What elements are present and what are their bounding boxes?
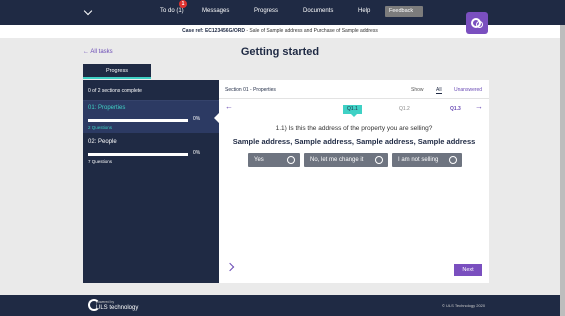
divider <box>219 98 489 99</box>
section-title: 02: People <box>88 139 117 145</box>
radio-icon <box>375 156 383 164</box>
section-title: 01: Properties <box>88 105 126 111</box>
copyright-text: © ULS Technology 2020 <box>442 303 486 308</box>
show-label: Show <box>411 87 424 93</box>
section-header: Section 01 - Properties <box>225 87 276 93</box>
nav-documents[interactable]: Documents <box>303 8 333 14</box>
tab-progress[interactable]: Progress <box>83 64 151 79</box>
property-address: Sample address, Sample address, Sample a… <box>232 137 476 146</box>
todo-badge: 1 <box>179 0 187 8</box>
section-percent: 0% <box>193 150 201 156</box>
feedback-button[interactable]: Feedback <box>385 6 423 17</box>
scrollbar-top <box>560 0 565 25</box>
app-logo-icon[interactable] <box>466 12 488 34</box>
section-progress-bar <box>88 153 188 156</box>
next-question-arrow-icon[interactable]: → <box>475 102 483 111</box>
option-label: Yes <box>254 157 264 163</box>
chevron-down-icon[interactable] <box>83 6 93 16</box>
question-tab-q1-1[interactable]: Q1.1 <box>343 105 362 117</box>
filter-all-tab[interactable]: All <box>436 87 442 94</box>
question-card: Section 01 - Properties Show All Unanswe… <box>219 80 489 283</box>
section-item-properties[interactable]: 01: Properties 0% 2 Questions <box>83 101 219 133</box>
brand-name: ULS technology <box>96 305 139 311</box>
filter-unanswered-tab[interactable]: Unanswered <box>454 87 482 93</box>
nav-help[interactable]: Help <box>358 8 370 14</box>
option-yes-button[interactable]: Yes <box>248 153 300 167</box>
scrollbar[interactable] <box>560 0 565 316</box>
nav-messages[interactable]: Messages <box>202 8 229 14</box>
nav-progress[interactable]: Progress <box>254 8 278 14</box>
section-questions: 7 Questions <box>88 159 113 164</box>
case-ref-prefix: Case ref: <box>182 28 204 34</box>
previous-question-arrow-icon[interactable]: ← <box>225 102 233 111</box>
radio-icon <box>449 156 457 164</box>
question-tab-q1-2[interactable]: Q1.2 <box>395 105 414 114</box>
question-text: 1.1) Is this the address of the property… <box>275 125 433 132</box>
page-title: Getting started <box>240 46 320 58</box>
question-tab-q1-3[interactable]: Q1.3 <box>446 105 465 114</box>
section-progress-bar <box>88 119 188 122</box>
chevron-right-icon[interactable] <box>225 262 235 272</box>
case-ref-description: - Sale of Sample address and Purchase of… <box>246 28 378 34</box>
option-not-selling-button[interactable]: I am not selling <box>392 153 462 167</box>
option-label: No, let me change it <box>310 157 364 163</box>
section-item-people[interactable]: 02: People 0% 7 Questions <box>83 135 219 167</box>
case-ref-number: EC123456G/ORD <box>204 28 245 34</box>
section-percent: 0% <box>193 116 201 122</box>
logo-ring-inner <box>476 21 483 28</box>
powered-by-text: powered by <box>96 300 115 304</box>
option-label: I am not selling <box>398 157 439 163</box>
section-questions: 2 Questions <box>88 125 113 130</box>
sections-summary: 0 of 2 sections complete <box>88 88 142 94</box>
option-change-button[interactable]: No, let me change it <box>304 153 388 167</box>
nav-todo[interactable]: To do (1) <box>160 8 184 14</box>
next-button[interactable]: Next <box>454 264 482 276</box>
radio-icon <box>287 156 295 164</box>
progress-panel: 0 of 2 sections complete 01: Properties … <box>83 80 219 283</box>
footer: powered by ULS technology © ULS Technolo… <box>0 295 560 316</box>
